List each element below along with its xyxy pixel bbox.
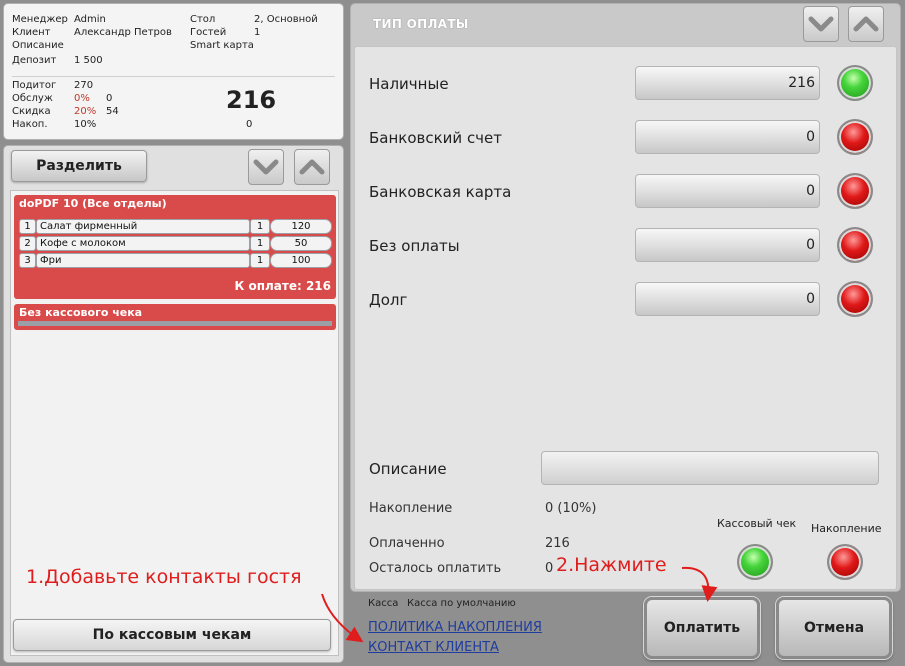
annotation-arrows	[321, 566, 718, 643]
annotation-arrow-1	[321, 593, 364, 643]
annotation-arrow-2	[681, 566, 718, 602]
